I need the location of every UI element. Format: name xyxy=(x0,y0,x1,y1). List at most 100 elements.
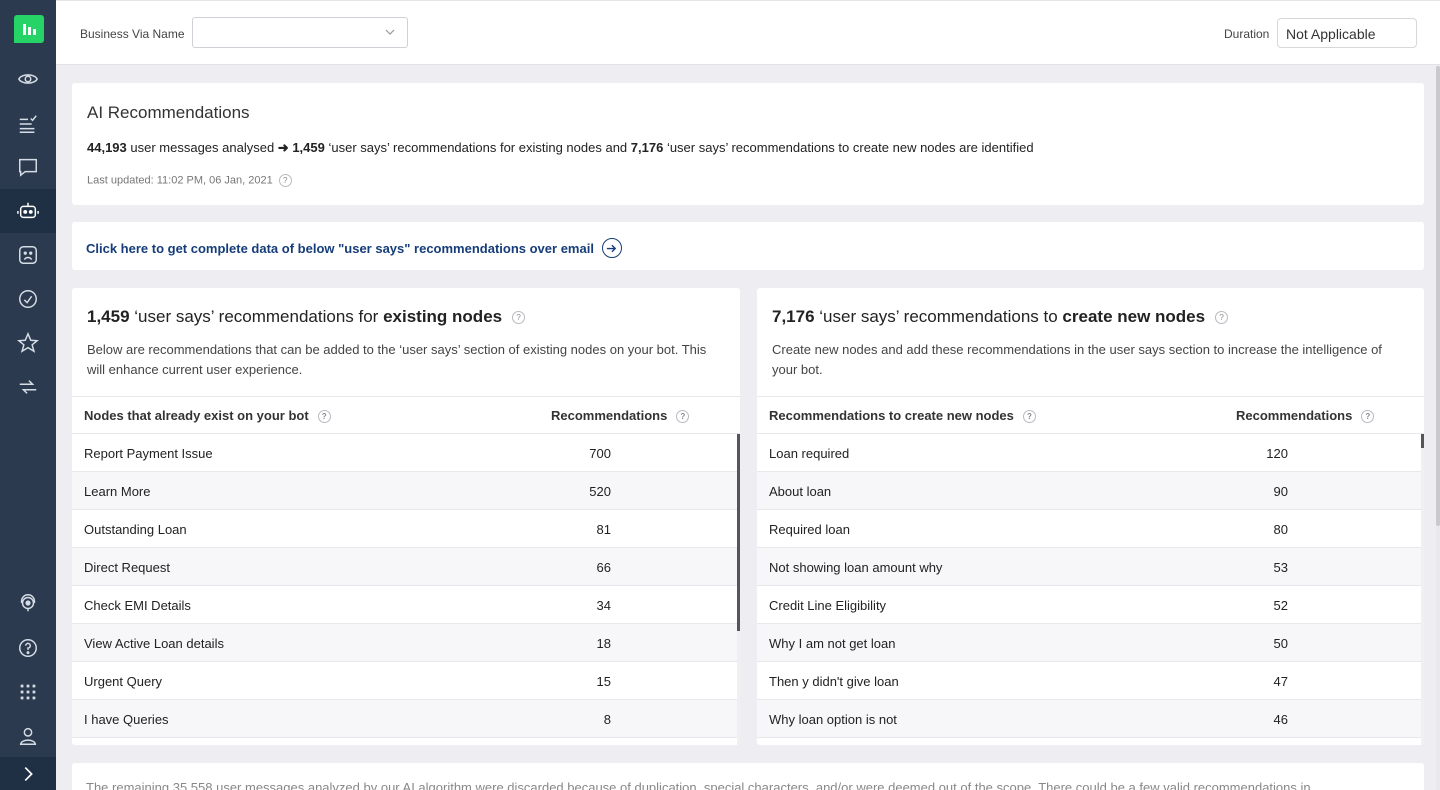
existing-panel-title: 1,459 ‘user says’ recommendations for ex… xyxy=(87,307,526,327)
arrow-right-circle-icon[interactable] xyxy=(601,238,622,258)
ai-recommendations-card: AI Recommendations 44,193 user messages … xyxy=(72,83,1424,205)
column-header-recommendations-label: Recommendations xyxy=(1236,408,1353,423)
table-row[interactable]: Report Payment Issue 700 xyxy=(72,434,740,472)
table-row[interactable]: About loan 90 xyxy=(757,472,1424,510)
email-link-text[interactable]: Click here to get complete data of below… xyxy=(86,241,594,256)
new-table-body[interactable]: Loan required 120 About loan 90 Required loa… xyxy=(757,434,1424,745)
user-icon[interactable] xyxy=(16,724,40,748)
row-recommendation-count: 47 xyxy=(1273,674,1288,689)
existing-table-scrollbar-thumb[interactable] xyxy=(737,434,740,631)
existing-count: 1,459 xyxy=(292,140,325,155)
row-recommendation-count: 46 xyxy=(1273,712,1288,727)
column-header-recommendations: Recommendations? xyxy=(1236,408,1375,424)
email-data-link[interactable]: Click here to get complete data of below… xyxy=(86,238,622,258)
last-updated: Last updated: 11:02 PM, 06 Jan, 2021? xyxy=(87,174,292,187)
row-node-name: Check EMI Details xyxy=(84,598,191,613)
table-row[interactable]: Direct Request 66 xyxy=(72,548,740,586)
table-row[interactable]: Not showing loan amount why 53 xyxy=(757,548,1424,586)
expand-icon[interactable] xyxy=(16,762,40,786)
last-updated-text: Last updated: 11:02 PM, 06 Jan, 2021 xyxy=(87,174,273,187)
row-recommendation-count: 81 xyxy=(596,522,611,537)
row-node-name: Urgent Query xyxy=(84,674,163,689)
star-icon[interactable] xyxy=(16,331,40,355)
existing-panel-title-mid: ‘user says’ recommendations for xyxy=(129,307,384,326)
top-filter-bar: Business Via Name Duration Not Applicabl… xyxy=(56,0,1440,65)
discarded-messages-note: The remaining 35,558 user messages analy… xyxy=(86,780,1311,790)
table-row[interactable]: View Active Loan details 18 xyxy=(72,624,740,662)
row-node-name: About loan xyxy=(769,484,832,499)
help-icon[interactable]: ? xyxy=(1361,410,1375,424)
sad-face-icon[interactable] xyxy=(16,243,40,267)
table-row[interactable]: Learn More 520 xyxy=(72,472,740,510)
page-scrollbar[interactable] xyxy=(1436,66,1440,790)
row-node-name: Loan required xyxy=(769,446,850,461)
existing-table-header: Nodes that already exist on your bot? Re… xyxy=(72,396,740,434)
messages-count: 44,193 xyxy=(87,140,127,155)
column-header-new-nodes: Recommendations to create new nodes? xyxy=(769,408,1036,424)
existing-panel-description: Below are recommendations that can be ad… xyxy=(87,342,707,377)
help-icon[interactable]: ? xyxy=(512,311,526,325)
support-icon[interactable] xyxy=(16,591,40,615)
row-recommendation-count: 66 xyxy=(596,560,611,575)
table-row[interactable]: Required loan 80 xyxy=(757,510,1424,548)
row-node-name: Why loan option is not xyxy=(769,712,897,727)
help-icon[interactable]: ? xyxy=(317,410,331,424)
row-recommendation-count: 52 xyxy=(1273,598,1288,613)
column-header-nodes-label: Nodes that already exist on your bot xyxy=(84,408,309,423)
existing-panel-title-bold: existing nodes xyxy=(383,307,503,326)
table-row[interactable]: I have Queries 8 xyxy=(72,700,740,738)
help-icon[interactable]: ? xyxy=(1215,311,1229,325)
column-header-nodes: Nodes that already exist on your bot? xyxy=(84,408,331,424)
row-recommendation-count: 8 xyxy=(603,712,611,727)
apps-grid-icon[interactable] xyxy=(16,680,40,704)
table-row[interactable]: Urgent Query 15 xyxy=(72,662,740,700)
table-row[interactable]: Check EMI Details 34 xyxy=(72,586,740,624)
existing-table-body[interactable]: Report Payment Issue 700 Learn More 520 Outs… xyxy=(72,434,740,745)
help-icon[interactable] xyxy=(16,636,40,660)
page-scrollbar-thumb[interactable] xyxy=(1436,66,1440,526)
help-icon[interactable]: ? xyxy=(278,174,292,187)
duration-select[interactable]: Not Applicable xyxy=(1277,18,1417,48)
eye-icon[interactable] xyxy=(16,67,40,91)
row-recommendation-count: 50 xyxy=(1273,636,1288,651)
business-select[interactable] xyxy=(192,17,408,48)
existing-table-scrollbar[interactable] xyxy=(737,434,740,745)
new-table-scrollbar-thumb[interactable] xyxy=(1421,434,1424,448)
table-row[interactable]: Outstanding Loan 81 xyxy=(72,510,740,548)
table-row[interactable]: Why I am not get loan 50 xyxy=(757,624,1424,662)
integration-icon[interactable] xyxy=(16,375,40,399)
new-panel-title-mid: ‘user says’ recommendations to xyxy=(814,307,1063,326)
table-row[interactable]: Why loan option is not 46 xyxy=(757,700,1424,738)
row-recommendation-count: 34 xyxy=(596,598,611,613)
column-header-recommendations: Recommendations? xyxy=(551,408,690,424)
gauge-icon[interactable] xyxy=(16,287,40,311)
row-node-name: Direct Request xyxy=(84,560,170,575)
new-panel-description: Create new nodes and add these recommend… xyxy=(772,342,1382,377)
page-title: AI Recommendations xyxy=(87,103,250,122)
row-recommendation-count: 90 xyxy=(1273,484,1288,499)
row-recommendation-count: 15 xyxy=(596,674,611,689)
chat-icon[interactable] xyxy=(16,155,40,179)
row-recommendation-count: 120 xyxy=(1266,446,1288,461)
help-icon[interactable]: ? xyxy=(676,410,690,424)
row-node-name: I have Queries xyxy=(84,712,169,727)
new-nodes-panel: 7,176 ‘user says’ recommendations to cre… xyxy=(757,288,1424,745)
new-panel-count: 7,176 xyxy=(772,307,815,326)
app-logo-icon[interactable] xyxy=(14,15,44,43)
row-recommendation-count: 700 xyxy=(589,446,611,461)
column-header-new-nodes-label: Recommendations to create new nodes xyxy=(769,408,1014,423)
table-row[interactable]: Then y didn't give loan 47 xyxy=(757,662,1424,700)
new-table-scrollbar[interactable] xyxy=(1421,434,1424,745)
messages-text: user messages analysed xyxy=(126,140,278,155)
column-header-recommendations-label: Recommendations xyxy=(551,408,668,423)
help-icon[interactable]: ? xyxy=(1022,410,1036,424)
table-row[interactable]: Credit Line Eligibility 52 xyxy=(757,586,1424,624)
row-recommendation-count: 80 xyxy=(1273,522,1288,537)
business-label: Business Via Name xyxy=(80,27,185,41)
ai-summary: 44,193 user messages analysed ➜ 1,459 ‘u… xyxy=(87,140,1034,156)
checklist-icon[interactable] xyxy=(16,112,40,136)
row-node-name: Credit Line Eligibility xyxy=(769,598,887,613)
arrow-icon: ➜ xyxy=(277,140,289,155)
bot-icon[interactable] xyxy=(16,199,40,223)
table-row[interactable]: Loan required 120 xyxy=(757,434,1424,472)
